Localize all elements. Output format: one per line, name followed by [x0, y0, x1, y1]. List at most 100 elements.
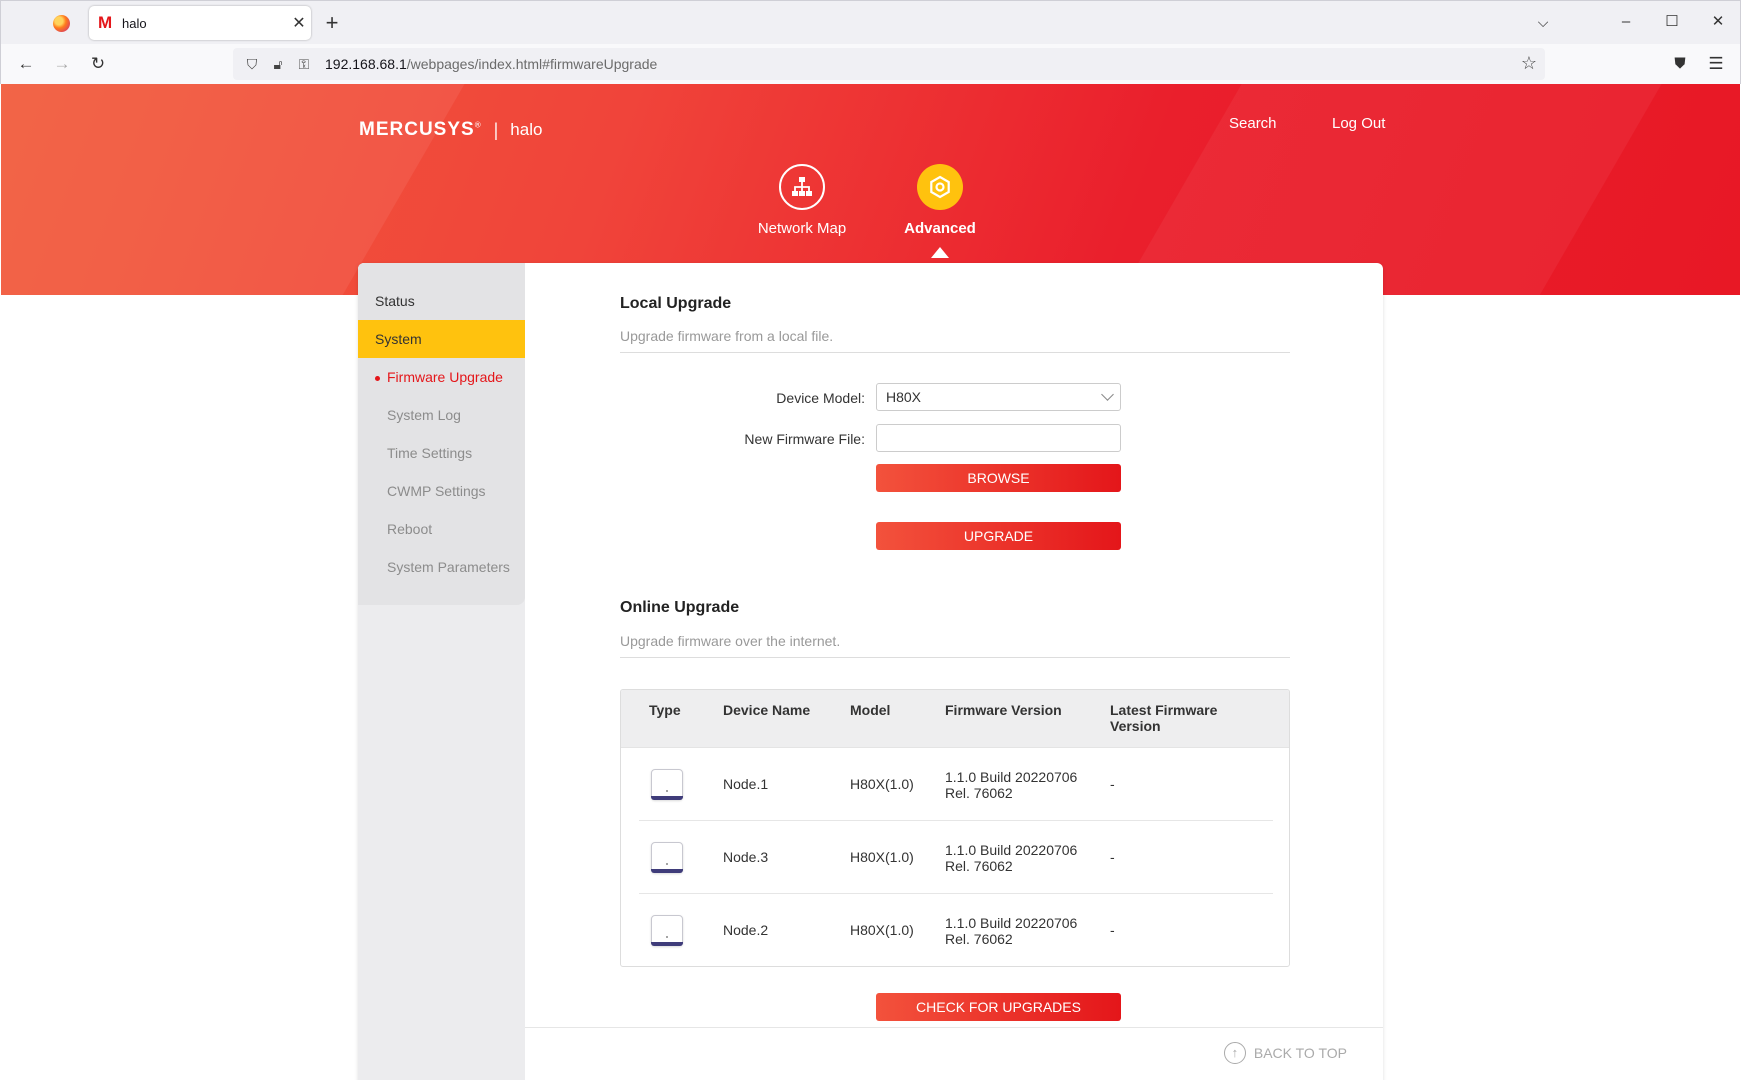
upgrade-button[interactable]: UPGRADE: [876, 522, 1121, 550]
arrow-up-circle-icon: ↑: [1223, 1042, 1246, 1064]
sidebar-item-system[interactable]: System: [358, 320, 525, 358]
column-header-type: Type: [649, 702, 681, 718]
local-upgrade-title: Local Upgrade: [620, 295, 732, 312]
online-upgrade-title: Online Upgrade: [620, 599, 740, 616]
latest-version-cell: -: [1110, 922, 1115, 938]
bottom-bar: ↑ BACK TO TOP: [525, 1027, 1383, 1080]
section-divider: [620, 657, 1290, 658]
firmware-version-line1: 1.1.0 Build 20220706: [945, 769, 1078, 785]
sidebar-item-status[interactable]: Status: [358, 282, 525, 320]
table-row: Node.2 H80X(1.0) 1.1.0 Build 20220706 Re…: [639, 894, 1273, 966]
brand-logo[interactable]: MERCUSYS® | halo: [359, 119, 542, 141]
advanced-label: Advanced: [904, 220, 976, 237]
browser-tab-active[interactable]: M halo ✕: [89, 6, 311, 40]
tab-close-icon[interactable]: ✕: [287, 13, 311, 33]
back-to-top-button[interactable]: ↑ BACK TO TOP: [1223, 1042, 1347, 1064]
firefox-view-tab[interactable]: [39, 5, 83, 41]
device-model-label: Device Model:: [776, 390, 865, 406]
column-header-latest-line2: Version: [1110, 718, 1161, 734]
network-map-icon: [779, 164, 825, 210]
device-model-value: H80X: [886, 389, 922, 405]
window-close-icon[interactable]: ✕: [1703, 9, 1733, 35]
firmware-version-line1: 1.1.0 Build 20220706: [945, 915, 1078, 931]
gear-icon: [917, 164, 963, 210]
url-bar[interactable]: ⛉ 🔓︎ ⚿ 192.168.68.1/webpages/index.html#…: [233, 48, 1545, 80]
forward-arrow-icon[interactable]: →: [49, 52, 75, 76]
tab-title: halo: [122, 15, 147, 31]
device-model-select[interactable]: H80X: [876, 383, 1121, 411]
firmware-version-cell: 1.1.0 Build 20220706 Rel. 76062: [945, 915, 1077, 947]
column-header-model: Model: [850, 702, 891, 718]
firmware-file-label: New Firmware File:: [744, 431, 865, 447]
url-host: 192.168.68.1: [325, 56, 407, 72]
latest-version-cell: -: [1110, 776, 1115, 792]
firmware-version-line1: 1.1.0 Build 20220706: [945, 842, 1078, 858]
section-divider: [620, 352, 1290, 353]
sidebar-subitem-reboot[interactable]: Reboot: [387, 521, 432, 537]
firefox-icon: [52, 14, 70, 32]
sidebar-subitem-system-parameters[interactable]: System Parameters: [387, 559, 510, 575]
firmware-version-cell: 1.1.0 Build 20220706 Rel. 76062: [945, 769, 1077, 801]
logout-link[interactable]: Log Out: [1332, 115, 1385, 132]
insecure-lock-icon[interactable]: 🔓︎: [265, 56, 291, 73]
browser-navigation-bar: ← → ↻ ⛉ 🔓︎ ⚿ 192.168.68.1/webpages/index…: [0, 44, 1741, 84]
chevron-down-icon: [1101, 388, 1114, 401]
brand-wordmark: MERCUSYS: [359, 119, 475, 140]
mercusys-logo: MERCUSYS®: [359, 119, 482, 141]
window-minimize-icon[interactable]: –: [1611, 9, 1641, 35]
mercusys-favicon-icon: M: [98, 13, 113, 32]
tab-list-chevron-icon[interactable]: ⌵: [1531, 10, 1555, 34]
url-text[interactable]: 192.168.68.1/webpages/index.html#firmwar…: [325, 56, 657, 72]
model-cell: H80X(1.0): [850, 849, 914, 865]
sidebar-subitem-system-log[interactable]: System Log: [387, 407, 461, 423]
tab-network-map[interactable]: Network Map: [737, 164, 867, 237]
column-header-firmware-version: Firmware Version: [945, 702, 1062, 718]
key-icon[interactable]: ⚿: [291, 56, 317, 73]
active-tab-pointer: [931, 247, 949, 258]
reload-icon[interactable]: ↻: [85, 52, 111, 76]
model-cell: H80X(1.0): [850, 922, 914, 938]
online-upgrade-description: Upgrade firmware over the internet.: [620, 633, 841, 649]
firmware-version-line2: Rel. 76062: [945, 858, 1013, 874]
column-header-latest-line1: Latest Firmware: [1110, 702, 1218, 718]
browse-button[interactable]: BROWSE: [876, 464, 1121, 492]
sidebar-menu: Status System Firmware Upgrade System Lo…: [358, 263, 525, 605]
new-tab-plus-icon[interactable]: +: [319, 10, 345, 36]
table-row: Node.3 H80X(1.0) 1.1.0 Build 20220706 Re…: [639, 821, 1273, 894]
back-to-top-label: BACK TO TOP: [1253, 1045, 1347, 1061]
trademark-symbol: ®: [474, 120, 482, 130]
sidebar-subitem-time-settings[interactable]: Time Settings: [387, 445, 472, 461]
brand-separator: |: [493, 119, 499, 140]
hamburger-menu-icon[interactable]: ☰: [1703, 52, 1729, 76]
search-link[interactable]: Search: [1229, 115, 1277, 132]
mesh-node-icon: [651, 842, 683, 873]
content-area: Local Upgrade Upgrade firmware from a lo…: [525, 263, 1383, 1080]
column-header-latest-firmware-version: Latest Firmware Version: [1110, 702, 1217, 734]
sidebar: Status System Firmware Upgrade System Lo…: [358, 263, 525, 1080]
window-maximize-icon[interactable]: ☐: [1657, 9, 1687, 35]
main-panel: Status System Firmware Upgrade System Lo…: [358, 263, 1383, 1080]
url-path: /webpages/index.html#firmwareUpgrade: [406, 56, 658, 72]
firmware-version-line2: Rel. 76062: [945, 931, 1013, 947]
column-header-device-name: Device Name: [723, 702, 811, 718]
check-for-upgrades-button[interactable]: CHECK FOR UPGRADES: [876, 993, 1121, 1021]
mesh-node-icon: [651, 915, 683, 946]
firmware-file-input[interactable]: [876, 424, 1121, 452]
table-header: Type Device Name Model Firmware Version …: [621, 690, 1289, 748]
sidebar-subitem-firmware-upgrade[interactable]: Firmware Upgrade: [375, 369, 503, 385]
bookmark-star-icon[interactable]: ☆: [1521, 53, 1537, 74]
device-name-cell: Node.1: [723, 776, 769, 792]
mesh-node-icon: [651, 769, 683, 800]
firmware-version-line2: Rel. 76062: [945, 785, 1013, 801]
sidebar-subitem-cwmp-settings[interactable]: CWMP Settings: [387, 483, 486, 499]
tab-advanced[interactable]: Advanced: [875, 164, 1005, 237]
device-name-cell: Node.2: [723, 922, 769, 938]
device-name-cell: Node.3: [723, 849, 769, 865]
back-arrow-icon[interactable]: ←: [13, 52, 39, 76]
browser-tab-strip: M halo ✕ + ⌵ – ☐ ✕: [0, 0, 1741, 44]
pocket-icon[interactable]: ⛊: [1667, 52, 1693, 76]
online-upgrade-table: Type Device Name Model Firmware Version …: [620, 689, 1290, 967]
firmware-version-cell: 1.1.0 Build 20220706 Rel. 76062: [945, 842, 1077, 874]
latest-version-cell: -: [1110, 849, 1115, 865]
tracking-shield-icon[interactable]: ⛉: [239, 56, 265, 73]
